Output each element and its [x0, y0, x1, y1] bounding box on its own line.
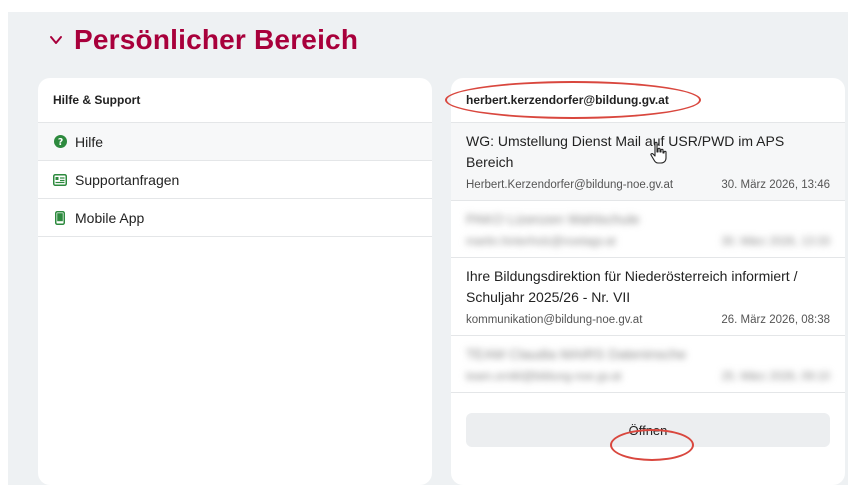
support-card: Hilfe & Support ? Hilfe Supportanfragen …: [38, 78, 432, 485]
mail-sender: martin.hinterholz@noetagv.at: [466, 236, 616, 248]
mail-subject: WG: Umstellung Dienst Mail auf USR/PWD i…: [466, 133, 785, 170]
support-item-requests[interactable]: Supportanfragen: [38, 161, 432, 199]
support-item-label: Hilfe: [75, 133, 104, 150]
chevron-down-icon: [50, 36, 62, 44]
mail-sender: Herbert.Kerzendorfer@bildung-noe.gv.at: [466, 179, 674, 191]
mail-subject: Ihre Bildungsdirektion für Niederösterre…: [466, 268, 798, 305]
mail-date: 25. März 2026, 09:10: [721, 371, 830, 383]
support-item-help[interactable]: ? Hilfe: [38, 123, 432, 161]
mail-item[interactable]: WG: Umstellung Dienst Mail auf USR/PWD i…: [451, 123, 845, 201]
mail-item[interactable]: PAKO Lizenzen Wahlschule martin.hinterho…: [451, 201, 845, 258]
mail-sender: kommunikation@bildung-noe.gv.at: [466, 314, 643, 326]
mail-subject: TEAM Claudia MAIRS Dateninsche: [466, 346, 687, 362]
mail-date: 26. März 2026, 08:38: [721, 314, 830, 326]
mail-item[interactable]: Ihre Bildungsdirektion für Niederösterre…: [451, 258, 845, 336]
mail-item[interactable]: TEAM Claudia MAIRS Dateninsche team.orni…: [451, 336, 845, 393]
svg-text:?: ?: [57, 137, 62, 148]
mobile-phone-icon: [53, 210, 67, 225]
support-item-label: Mobile App: [75, 209, 145, 226]
section-title: Persönlicher Bereich: [74, 24, 359, 55]
id-card-icon: [53, 173, 67, 187]
mail-list: WG: Umstellung Dienst Mail auf USR/PWD i…: [451, 122, 845, 393]
help-circle-icon: ?: [53, 135, 67, 149]
mail-date: 30. März 2026, 13:33: [721, 236, 830, 248]
support-item-label: Supportanfragen: [75, 171, 180, 188]
support-list: ? Hilfe Supportanfragen Mobile App: [38, 122, 432, 237]
support-card-header: Hilfe & Support: [53, 93, 141, 107]
mail-sender: team.ornikl@bildung-noe.gv.at: [466, 371, 622, 383]
open-mail-button[interactable]: Öffnen: [466, 413, 830, 447]
mail-card: herbert.kerzendorfer@bildung.gv.at WG: U…: [451, 78, 845, 485]
hand-cursor-icon: [650, 141, 667, 164]
mail-account-header: herbert.kerzendorfer@bildung.gv.at: [466, 93, 669, 107]
mail-date: 30. März 2026, 13:46: [721, 179, 830, 191]
mail-subject: PAKO Lizenzen Wahlschule: [466, 211, 640, 227]
support-item-mobile-app[interactable]: Mobile App: [38, 199, 432, 237]
section-header[interactable]: Persönlicher Bereich: [48, 22, 358, 58]
